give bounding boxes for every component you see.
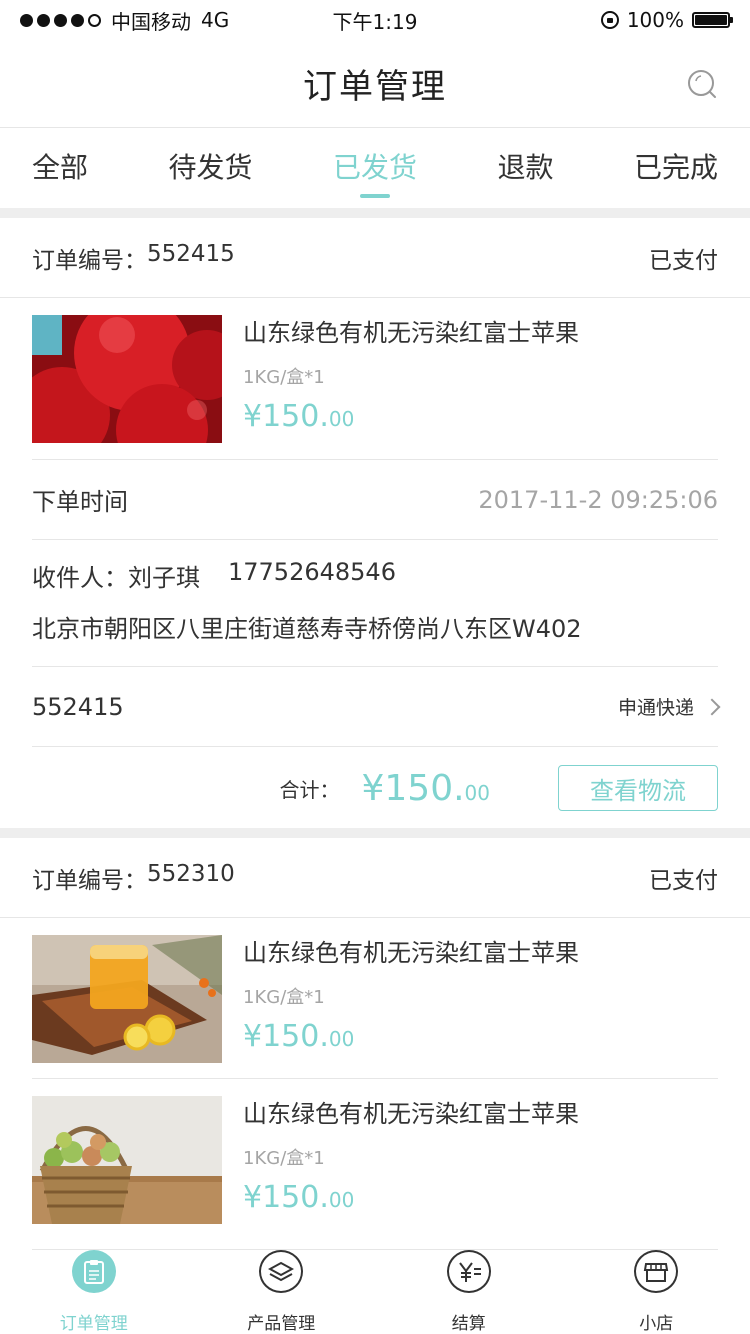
product-info: 山东绿色有机无污染红富士苹果 1KG/盒*1 ¥150.00 <box>243 318 579 434</box>
product-price-decimal: 00 <box>328 1188 355 1213</box>
product-price: ¥150.00 <box>243 1180 579 1215</box>
chevron-right-icon <box>703 698 721 715</box>
product-item[interactable]: 山东绿色有机无污染红富士苹果 1KG/盒*1 ¥150.00 <box>32 1079 718 1250</box>
nav-settlement[interactable]: 结算 <box>375 1250 563 1334</box>
order-time-row: 下单时间 2017-11-2 09:25:06 <box>32 460 718 540</box>
product-price-decimal: 00 <box>328 407 355 432</box>
bottom-tab-bar: 订单管理 产品管理 结算 小店 <box>0 1250 750 1334</box>
order-header: 订单编号： 552310 已支付 <box>0 838 750 918</box>
payment-status: 已支付 <box>649 867 718 894</box>
express-company: 申通快递 <box>617 697 694 719</box>
product-name: 山东绿色有机无污染红富士苹果 <box>243 319 579 347</box>
order-card[interactable]: 订单编号： 552310 已支付 山东绿色有机无污染红富士苹果 1KG/盒*1 … <box>0 838 750 1250</box>
express-row[interactable]: 552415 申通快递 <box>32 667 721 747</box>
status-left: 中国移动 4G <box>20 6 229 35</box>
product-image-red-apples <box>32 315 222 443</box>
product-item[interactable]: 山东绿色有机无污染红富士苹果 1KG/盒*1 ¥150.00 <box>32 918 718 1079</box>
status-bar: 中国移动 4G 下午1:19 100% <box>0 0 750 40</box>
order-total-row: 合计： ¥150.00 查看物流 <box>32 747 718 829</box>
recipient-block: 收件人：刘子琪 17752648546 北京市朝阳区八里庄街道慈寿寺桥傍尚八东区… <box>32 540 718 667</box>
recipient-address: 北京市朝阳区八里庄街道慈寿寺桥傍尚八东区W402 <box>32 615 582 643</box>
order-time-label: 下单时间 <box>32 488 128 516</box>
nav-shop[interactable]: 小店 <box>563 1250 750 1334</box>
product-price-main: ¥150. <box>243 1180 329 1216</box>
product-image-orange-juice <box>32 935 222 1063</box>
order-header: 订单编号： 552415 已支付 <box>0 218 750 298</box>
order-number: 订单编号： 552415 <box>32 241 235 275</box>
search-icon[interactable] <box>686 68 718 100</box>
product-spec: 1KG/盒*1 <box>243 367 325 389</box>
product-item[interactable]: 山东绿色有机无污染红富士苹果 1KG/盒*1 ¥150.00 <box>32 298 718 460</box>
product-name: 山东绿色有机无污染红富士苹果 <box>243 939 579 967</box>
product-info: 山东绿色有机无污染红富士苹果 1KG/盒*1 ¥150.00 <box>243 938 579 1054</box>
product-price-main: ¥150. <box>243 399 329 435</box>
tab-all[interactable]: 全部 <box>32 128 88 208</box>
rotation-lock-icon <box>600 11 619 29</box>
section-divider <box>0 208 750 218</box>
page-title: 订单管理 <box>303 67 447 107</box>
order-card[interactable]: 订单编号： 552415 已支付 山东绿色有机无污染红富士苹果 1KG/盒*1 … <box>0 218 750 829</box>
nav-label: 结算 <box>451 1314 486 1334</box>
product-spec: 1KG/盒*1 <box>243 1148 325 1170</box>
store-icon <box>634 1250 679 1293</box>
signal-icon <box>20 13 101 27</box>
section-divider <box>0 828 750 838</box>
total-label: 合计： <box>279 777 340 802</box>
total-price-main: ¥150. <box>361 767 465 809</box>
total-price-decimal: 00 <box>464 780 490 805</box>
battery-percent: 100% <box>626 8 684 32</box>
tab-completed[interactable]: 已完成 <box>634 128 718 208</box>
battery-icon <box>692 12 733 28</box>
nav-label: 产品管理 <box>247 1314 316 1334</box>
order-number-value: 552310 <box>147 860 235 887</box>
nav-label: 订单管理 <box>59 1314 128 1334</box>
product-spec: 1KG/盒*1 <box>243 987 325 1009</box>
recipient-name: 刘子琪 <box>128 564 200 592</box>
recipient-label: 收件人： <box>32 564 128 592</box>
product-name: 山东绿色有机无污染红富士苹果 <box>243 1100 579 1128</box>
tracking-number: 552415 <box>32 692 124 721</box>
tab-refund[interactable]: 退款 <box>497 128 553 208</box>
nav-product-management[interactable]: 产品管理 <box>188 1250 376 1334</box>
order-number: 订单编号： 552310 <box>32 861 235 895</box>
nav-label: 小店 <box>639 1314 674 1334</box>
tab-pending-shipment[interactable]: 待发货 <box>168 128 252 208</box>
product-price: ¥150.00 <box>243 1019 579 1054</box>
product-price-decimal: 00 <box>328 1027 355 1052</box>
payment-status: 已支付 <box>649 247 718 274</box>
clipboard-icon <box>71 1250 116 1293</box>
nav-order-management[interactable]: 订单管理 <box>0 1250 188 1334</box>
view-logistics-button[interactable]: 查看物流 <box>558 765 718 811</box>
nav-header: 订单管理 <box>0 40 750 128</box>
network-type: 4G <box>201 8 230 32</box>
order-time-value: 2017-11-2 09:25:06 <box>478 485 718 514</box>
layers-icon <box>259 1250 304 1293</box>
carrier-name: 中国移动 <box>111 9 191 34</box>
total-price: ¥150.00 <box>361 768 490 809</box>
yen-icon <box>446 1250 491 1293</box>
status-right: 100% <box>600 8 733 32</box>
product-price-main: ¥150. <box>243 1019 329 1055</box>
product-price: ¥150.00 <box>243 399 579 434</box>
recipient-phone: 17752648546 <box>228 558 396 586</box>
order-number-label: 订单编号： <box>32 867 147 894</box>
tab-shipped[interactable]: 已发货 <box>333 128 417 208</box>
order-status-tabs: 全部 待发货 已发货 退款 已完成 <box>0 128 750 208</box>
order-number-value: 552415 <box>147 240 235 267</box>
order-number-label: 订单编号： <box>32 247 147 274</box>
product-image-fruit-basket <box>32 1096 222 1224</box>
product-info: 山东绿色有机无污染红富士苹果 1KG/盒*1 ¥150.00 <box>243 1099 579 1215</box>
